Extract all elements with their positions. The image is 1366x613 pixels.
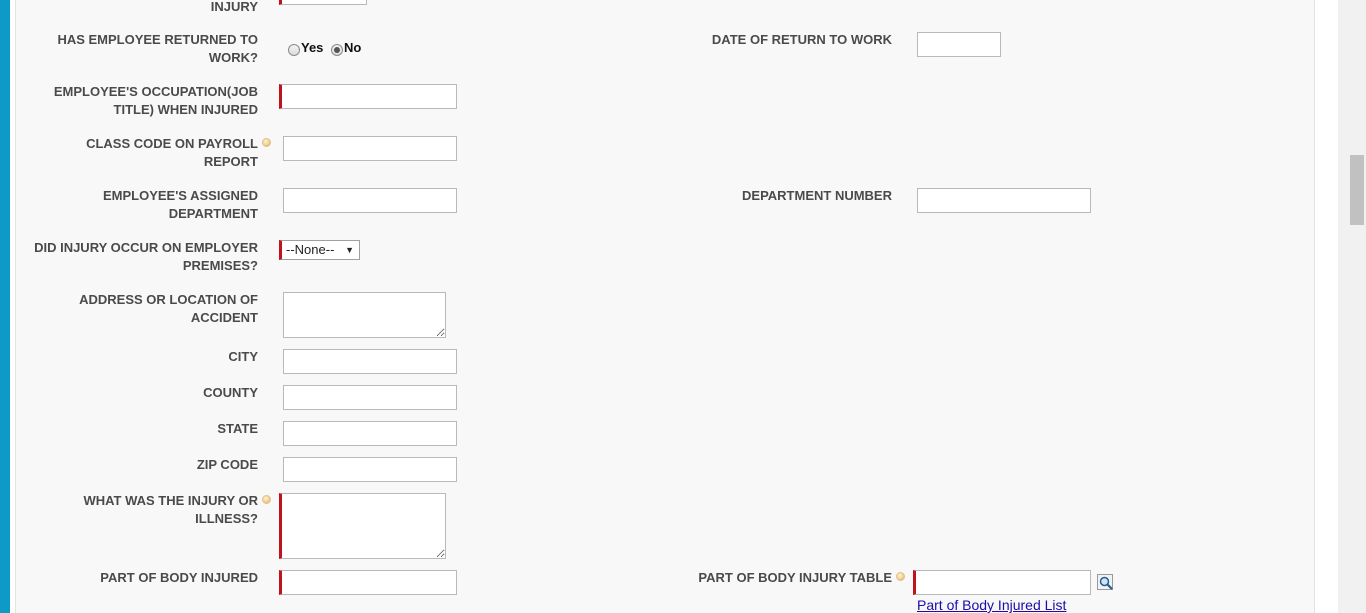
class-code-field[interactable] bbox=[283, 136, 457, 161]
city-field[interactable] bbox=[283, 349, 457, 374]
label-state: STATE bbox=[217, 421, 258, 436]
address-field[interactable] bbox=[283, 292, 446, 338]
radio-returned-yes[interactable] bbox=[288, 44, 300, 56]
info-bubble-icon[interactable] bbox=[896, 572, 905, 581]
label-injury-partial: INJURY bbox=[210, 0, 258, 14]
date-return-field[interactable] bbox=[917, 32, 1001, 57]
assigned-department-field[interactable] bbox=[283, 188, 457, 213]
radio-returned-no[interactable] bbox=[331, 44, 343, 56]
scrollbar-gutter bbox=[1341, 0, 1363, 613]
label-city: CITY bbox=[228, 349, 258, 364]
label-address: ADDRESS OR LOCATION OF ACCIDENT bbox=[79, 292, 258, 325]
zip-field[interactable] bbox=[283, 457, 457, 482]
label-department-number: DEPARTMENT NUMBER bbox=[742, 188, 892, 203]
label-date-return: DATE OF RETURN TO WORK bbox=[711, 32, 892, 47]
on-premises-select-value: --None-- bbox=[286, 242, 335, 257]
label-class-code: CLASS CODE ON PAYROLL REPORT bbox=[86, 136, 258, 169]
injury-or-illness-field[interactable] bbox=[279, 493, 446, 559]
body-injury-table-field[interactable] bbox=[913, 570, 1091, 595]
scrollbar-thumb[interactable] bbox=[1350, 155, 1364, 225]
label-body-part: PART OF BODY INJURED bbox=[100, 570, 258, 585]
injury-partial-field[interactable] bbox=[279, 0, 367, 5]
on-premises-select[interactable]: --None-- ▼ bbox=[279, 240, 360, 260]
label-assigned-department: EMPLOYEE'S ASSIGNED DEPARTMENT bbox=[102, 188, 258, 221]
info-bubble-icon[interactable] bbox=[262, 495, 271, 504]
label-on-premises: DID INJURY OCCUR ON EMPLOYER PREMISES? bbox=[34, 240, 258, 273]
county-field[interactable] bbox=[283, 385, 457, 410]
chevron-down-icon: ▼ bbox=[345, 245, 354, 255]
label-occupation: EMPLOYEE'S OCCUPATION(JOB TITLE) WHEN IN… bbox=[53, 84, 258, 117]
radio-label-no: No bbox=[344, 40, 362, 55]
label-body-injury-table: PART OF BODY INJURY TABLE bbox=[698, 570, 892, 585]
department-number-field[interactable] bbox=[917, 188, 1091, 213]
label-returned-to-work: HAS EMPLOYEE RETURNED TO WORK? bbox=[57, 32, 258, 65]
label-zip: ZIP CODE bbox=[196, 457, 258, 472]
state-field[interactable] bbox=[283, 421, 457, 446]
label-injury-or-illness: WHAT WAS THE INJURY OR ILLNESS? bbox=[83, 493, 258, 526]
occupation-field[interactable] bbox=[279, 84, 457, 109]
body-injured-list-link[interactable]: Part of Body Injured List bbox=[917, 597, 1066, 613]
body-part-field[interactable] bbox=[279, 570, 457, 595]
label-county: COUNTY bbox=[203, 385, 258, 400]
radio-label-yes: Yes bbox=[301, 40, 324, 55]
info-bubble-icon[interactable] bbox=[262, 138, 271, 147]
magnifier-lookup-icon[interactable] bbox=[1097, 574, 1113, 590]
